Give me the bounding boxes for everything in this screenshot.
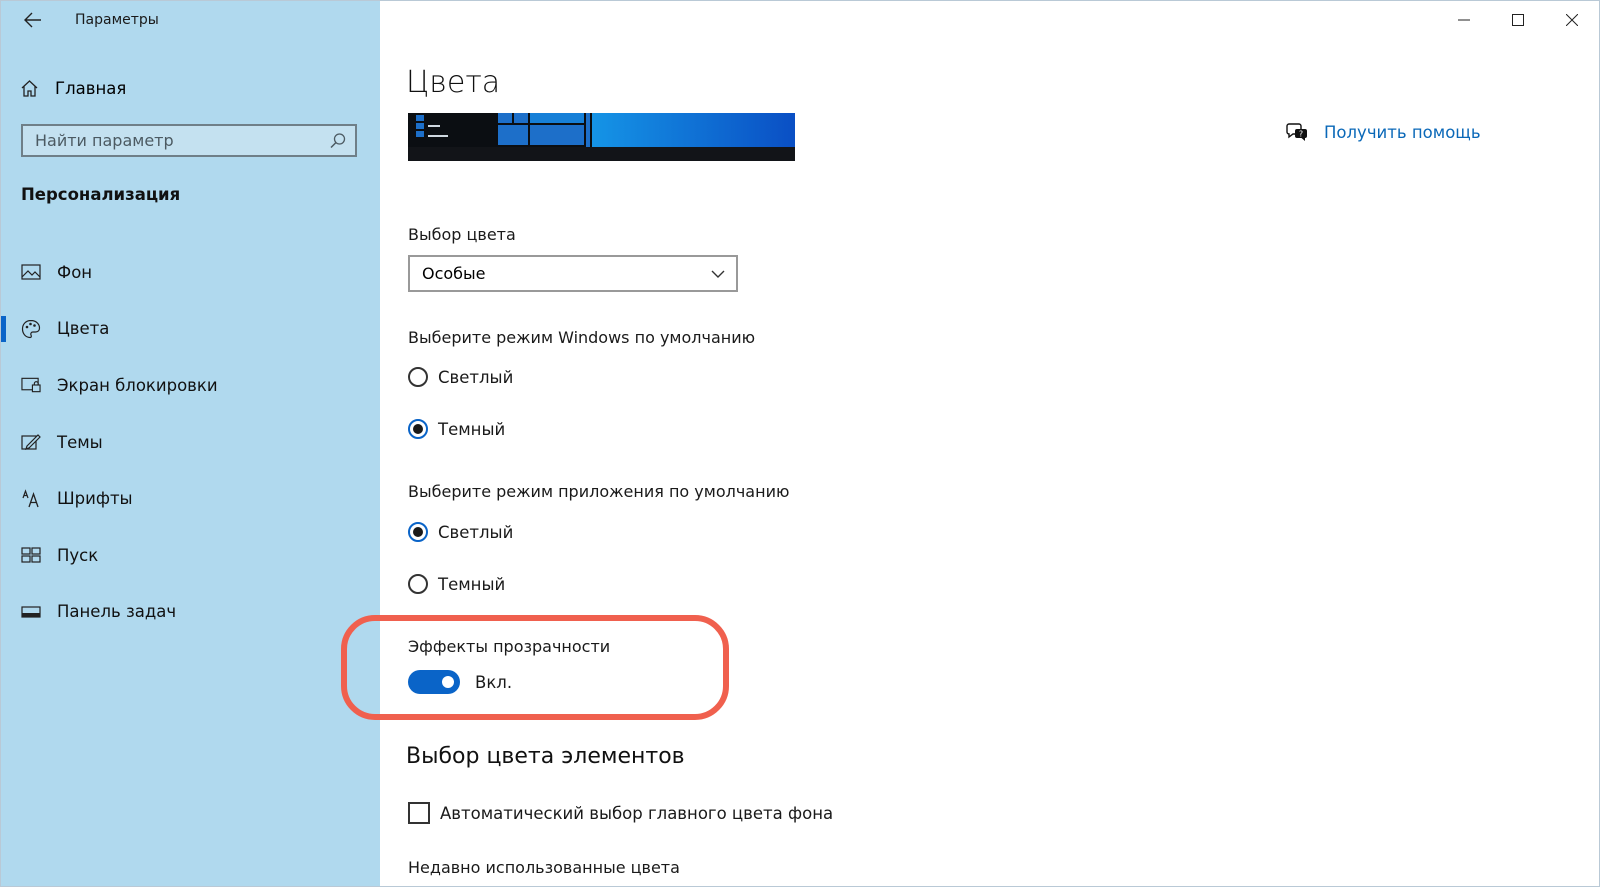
radio-circle[interactable] [408, 574, 428, 594]
search-box[interactable] [21, 124, 357, 157]
back-button[interactable] [19, 7, 47, 33]
color-choice-label: Выбор цвета [408, 225, 516, 244]
sidebar-item-label: Фон [57, 262, 93, 282]
accent-heading: Выбор цвета элементов [406, 744, 685, 769]
lock-screen-icon [21, 375, 41, 395]
transparency-toggle[interactable] [408, 670, 460, 694]
dropdown-value: Особые [422, 264, 486, 283]
auto-accent-checkbox[interactable]: Автоматический выбор главного цвета фона [408, 802, 833, 824]
home-icon [19, 78, 39, 98]
get-help[interactable]: ? Получить помощь [1286, 122, 1481, 142]
radio-label: Светлый [438, 367, 514, 387]
palette-icon [21, 319, 41, 339]
search-icon[interactable] [329, 132, 347, 150]
search-input[interactable] [23, 130, 327, 151]
radio-label: Темный [438, 574, 506, 594]
start-icon [21, 545, 41, 565]
radio-app-light[interactable]: Светлый [408, 522, 513, 542]
sidebar-item-taskbar[interactable]: Панель задач [1, 584, 380, 641]
highlight-annotation [341, 615, 729, 720]
sidebar-item-label: Экран блокировки [57, 375, 218, 395]
help-link[interactable]: Получить помощь [1324, 123, 1481, 142]
page-title: Цвета [406, 65, 501, 100]
sidebar-item-label: Темы [57, 432, 103, 452]
color-choice-dropdown[interactable]: Особые [408, 255, 738, 292]
image-icon [21, 262, 41, 282]
fonts-icon [21, 488, 41, 509]
svg-text:?: ? [1299, 130, 1303, 139]
app-mode-label: Выберите режим приложения по умолчанию [408, 482, 790, 501]
radio-label: Светлый [438, 522, 514, 542]
sidebar-item-themes[interactable]: Темы [1, 414, 380, 471]
sidebar-item-background[interactable]: Фон [1, 244, 380, 301]
radio-label: Темный [438, 419, 506, 439]
sidebar-item-fonts[interactable]: Шрифты [1, 470, 380, 527]
sidebar-item-label: Цвета [57, 319, 110, 339]
checkbox-label: Автоматический выбор главного цвета фона [440, 803, 834, 823]
radio-app-dark[interactable]: Темный [408, 574, 505, 594]
app-title: Параметры [75, 12, 159, 28]
nav-list: Фон Цвета Экран блокировки Темы Шрифты П… [1, 244, 380, 640]
theme-preview-image [408, 113, 795, 161]
sidebar-item-label: Панель задач [57, 602, 177, 622]
sidebar-item-lock-screen[interactable]: Экран блокировки [1, 357, 380, 414]
transparency-toggle-row[interactable]: Вкл. [408, 670, 512, 694]
settings-window: Параметры Главная Персонализация Фон [0, 0, 1600, 887]
sidebar-item-label: Шрифты [57, 489, 133, 509]
section-title: Персонализация [21, 185, 181, 204]
radio-circle[interactable] [408, 367, 428, 387]
main-content: Цвета ? Получить помощь Выбор цвета Особ… [341, 1, 1599, 886]
nav-home[interactable]: Главная [19, 73, 126, 103]
transparency-label: Эффекты прозрачности [408, 637, 611, 656]
radio-windows-dark[interactable]: Темный [408, 419, 505, 439]
recent-colors-label: Недавно использованные цвета [408, 858, 680, 877]
sidebar: Параметры Главная Персонализация Фон [1, 1, 380, 886]
taskbar-icon [21, 602, 41, 622]
chat-help-icon: ? [1286, 122, 1308, 142]
nav-home-label: Главная [55, 78, 127, 98]
radio-windows-light[interactable]: Светлый [408, 367, 513, 387]
checkbox-box[interactable] [408, 802, 430, 824]
radio-circle[interactable] [408, 522, 428, 542]
back-arrow-icon [24, 12, 41, 28]
sidebar-item-label: Пуск [57, 545, 99, 565]
sidebar-item-colors[interactable]: Цвета [1, 301, 380, 358]
sidebar-item-start[interactable]: Пуск [1, 527, 380, 584]
toggle-state-label: Вкл. [475, 672, 513, 692]
chevron-down-icon [710, 266, 726, 286]
windows-mode-label: Выберите режим Windows по умолчанию [408, 328, 756, 347]
themes-icon [21, 432, 41, 452]
radio-circle[interactable] [408, 419, 428, 439]
